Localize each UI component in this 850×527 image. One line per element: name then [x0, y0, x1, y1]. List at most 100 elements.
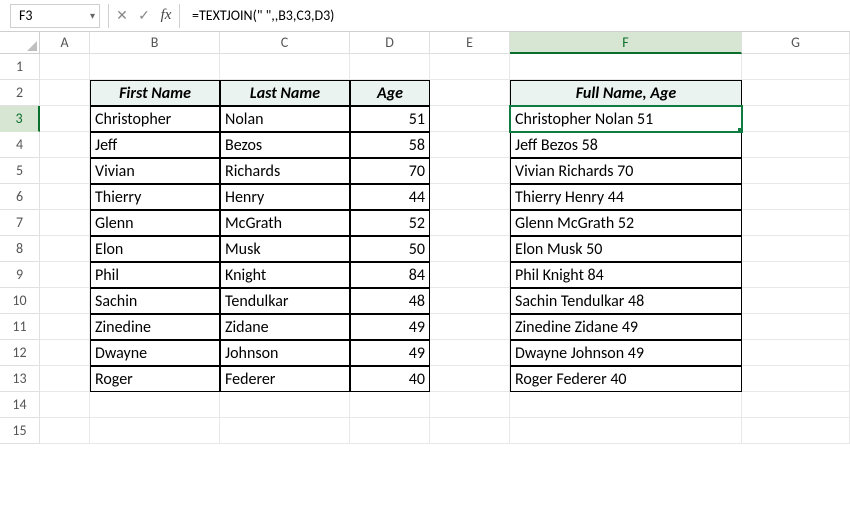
cell-F1[interactable]	[510, 54, 742, 80]
spreadsheet-grid[interactable]: ABCDEFG12First NameLast NameAgeFull Name…	[0, 32, 850, 444]
cell-G12[interactable]	[742, 340, 850, 366]
cancel-formula-button[interactable]: ✕	[111, 4, 133, 28]
cell-A14[interactable]	[40, 392, 90, 418]
row-header-10[interactable]: 10	[0, 288, 40, 314]
cell-E9[interactable]	[430, 262, 510, 288]
row-header-14[interactable]: 14	[0, 392, 40, 418]
cell-G9[interactable]	[742, 262, 850, 288]
cell-E3[interactable]	[430, 106, 510, 132]
cell-A15[interactable]	[40, 418, 90, 444]
cell-D12[interactable]: 49	[350, 340, 430, 366]
cell-D7[interactable]: 52	[350, 210, 430, 236]
cell-C10[interactable]: Tendulkar	[220, 288, 350, 314]
cell-E8[interactable]	[430, 236, 510, 262]
confirm-formula-button[interactable]: ✓	[133, 4, 155, 28]
cell-D2[interactable]: Age	[350, 80, 430, 106]
cell-G3[interactable]	[742, 106, 850, 132]
cell-F3[interactable]: Christopher Nolan 51	[510, 106, 742, 132]
cell-A9[interactable]	[40, 262, 90, 288]
row-header-7[interactable]: 7	[0, 210, 40, 236]
cell-C1[interactable]	[220, 54, 350, 80]
cell-G8[interactable]	[742, 236, 850, 262]
cell-C14[interactable]	[220, 392, 350, 418]
cell-F8[interactable]: Elon Musk 50	[510, 236, 742, 262]
cell-E10[interactable]	[430, 288, 510, 314]
cell-A12[interactable]	[40, 340, 90, 366]
cell-E14[interactable]	[430, 392, 510, 418]
cell-B7[interactable]: Glenn	[90, 210, 220, 236]
column-header-G[interactable]: G	[742, 32, 850, 54]
cell-E12[interactable]	[430, 340, 510, 366]
cell-C2[interactable]: Last Name	[220, 80, 350, 106]
cell-F15[interactable]	[510, 418, 742, 444]
cell-F4[interactable]: Jeff Bezos 58	[510, 132, 742, 158]
cell-C8[interactable]: Musk	[220, 236, 350, 262]
cell-F13[interactable]: Roger Federer 40	[510, 366, 742, 392]
cell-A7[interactable]	[40, 210, 90, 236]
cell-A6[interactable]	[40, 184, 90, 210]
cell-C15[interactable]	[220, 418, 350, 444]
cell-B2[interactable]: First Name	[90, 80, 220, 106]
cell-G1[interactable]	[742, 54, 850, 80]
cell-G13[interactable]	[742, 366, 850, 392]
row-header-15[interactable]: 15	[0, 418, 40, 444]
cell-G7[interactable]	[742, 210, 850, 236]
cell-G5[interactable]	[742, 158, 850, 184]
row-header-13[interactable]: 13	[0, 366, 40, 392]
cell-G14[interactable]	[742, 392, 850, 418]
cell-B12[interactable]: Dwayne	[90, 340, 220, 366]
row-header-9[interactable]: 9	[0, 262, 40, 288]
cell-D1[interactable]	[350, 54, 430, 80]
cell-A4[interactable]	[40, 132, 90, 158]
cell-B3[interactable]: Christopher	[90, 106, 220, 132]
cell-E5[interactable]	[430, 158, 510, 184]
cell-C12[interactable]: Johnson	[220, 340, 350, 366]
cell-E2[interactable]	[430, 80, 510, 106]
cell-F6[interactable]: Thierry Henry 44	[510, 184, 742, 210]
name-box[interactable]: F3 ▾	[10, 4, 100, 28]
cell-D8[interactable]: 50	[350, 236, 430, 262]
cell-A13[interactable]	[40, 366, 90, 392]
row-header-12[interactable]: 12	[0, 340, 40, 366]
cell-A2[interactable]	[40, 80, 90, 106]
cell-D15[interactable]	[350, 418, 430, 444]
cell-B4[interactable]: Jeff	[90, 132, 220, 158]
cell-B13[interactable]: Roger	[90, 366, 220, 392]
cell-G11[interactable]	[742, 314, 850, 340]
cell-B14[interactable]	[90, 392, 220, 418]
cell-C5[interactable]: Richards	[220, 158, 350, 184]
cell-F9[interactable]: Phil Knight 84	[510, 262, 742, 288]
cell-C13[interactable]: Federer	[220, 366, 350, 392]
row-header-11[interactable]: 11	[0, 314, 40, 340]
column-header-E[interactable]: E	[430, 32, 510, 54]
cell-A8[interactable]	[40, 236, 90, 262]
row-header-4[interactable]: 4	[0, 132, 40, 158]
cell-C9[interactable]: Knight	[220, 262, 350, 288]
insert-function-button[interactable]: fx	[155, 4, 177, 28]
cell-F11[interactable]: Zinedine Zidane 49	[510, 314, 742, 340]
cell-C11[interactable]: Zidane	[220, 314, 350, 340]
cell-E4[interactable]	[430, 132, 510, 158]
row-header-6[interactable]: 6	[0, 184, 40, 210]
cell-G2[interactable]	[742, 80, 850, 106]
cell-D4[interactable]: 58	[350, 132, 430, 158]
column-header-C[interactable]: C	[220, 32, 350, 54]
select-all-corner[interactable]	[0, 32, 40, 54]
cell-E1[interactable]	[430, 54, 510, 80]
cell-D9[interactable]: 84	[350, 262, 430, 288]
formula-input[interactable]: =TEXTJOIN(" ",,B3,C3,D3)	[182, 4, 850, 28]
cell-C7[interactable]: McGrath	[220, 210, 350, 236]
cell-E15[interactable]	[430, 418, 510, 444]
row-header-1[interactable]: 1	[0, 54, 40, 80]
cell-B10[interactable]: Sachin	[90, 288, 220, 314]
cell-F2[interactable]: Full Name, Age	[510, 80, 742, 106]
cell-A10[interactable]	[40, 288, 90, 314]
cell-F14[interactable]	[510, 392, 742, 418]
cell-D3[interactable]: 51	[350, 106, 430, 132]
cell-G6[interactable]	[742, 184, 850, 210]
cell-A11[interactable]	[40, 314, 90, 340]
cell-C3[interactable]: Nolan	[220, 106, 350, 132]
cell-C6[interactable]: Henry	[220, 184, 350, 210]
column-header-F[interactable]: F	[510, 32, 742, 54]
cell-D11[interactable]: 49	[350, 314, 430, 340]
